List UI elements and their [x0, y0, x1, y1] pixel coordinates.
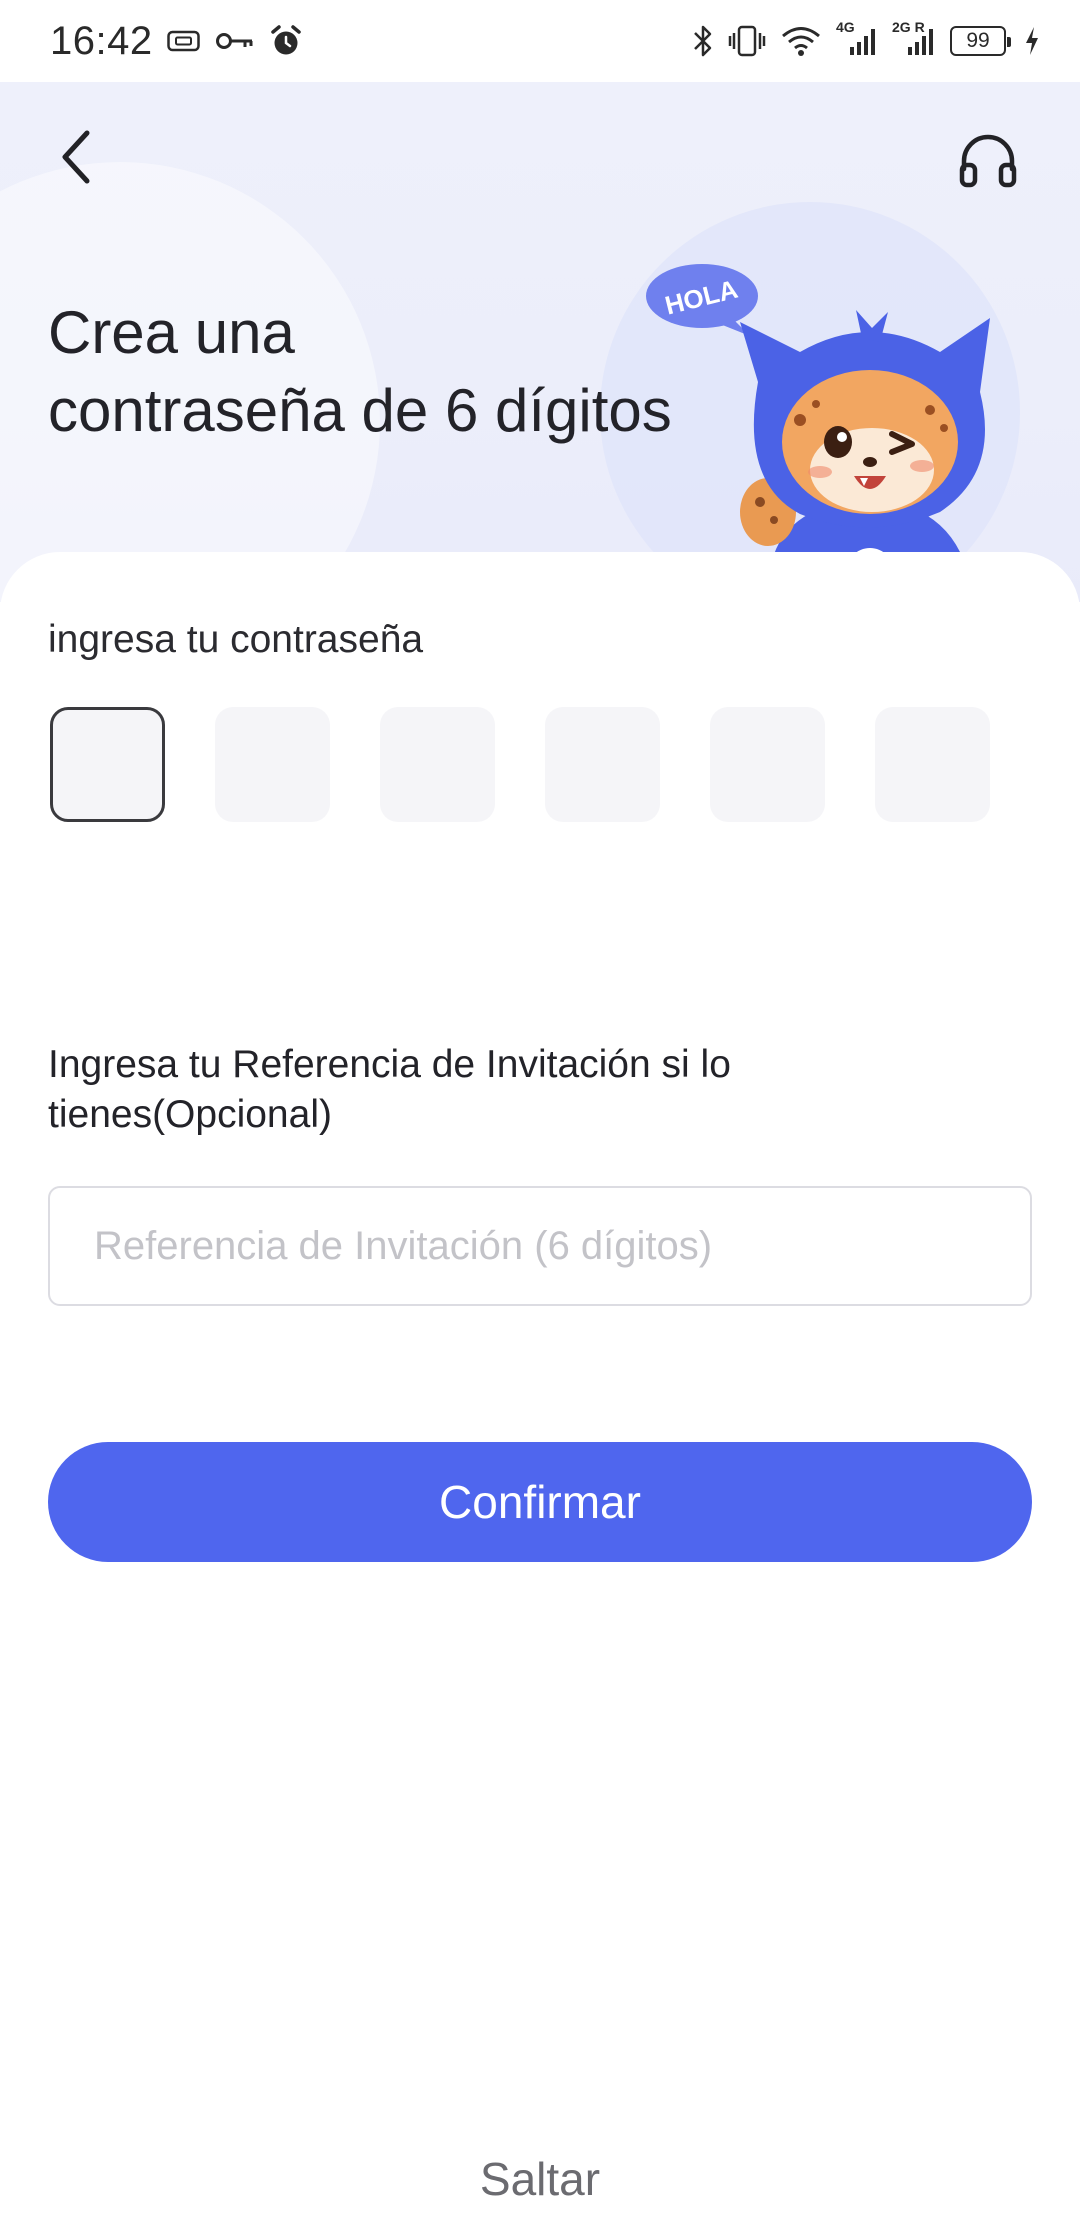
status-bar: 16:42 4G 2G R 99 — [0, 0, 1080, 82]
pin-digit-box[interactable] — [875, 707, 990, 822]
pin-digit-box[interactable] — [545, 707, 660, 822]
skip-button[interactable]: Saltar — [0, 2152, 1080, 2206]
main-card: ingresa tu contraseña Ingresa tu Referen… — [0, 552, 1080, 2240]
status-time: 16:42 — [50, 18, 153, 63]
pin-digit-box[interactable] — [215, 707, 330, 822]
network-2g-label: 2G R — [892, 19, 925, 35]
wifi-icon — [780, 25, 822, 57]
vibrate-icon — [728, 25, 766, 57]
signal-4g-icon: 4G — [836, 19, 878, 57]
pin-digit-box[interactable] — [380, 707, 495, 822]
invite-label: Ingresa tu Referencia de Invitación si l… — [48, 1043, 731, 1136]
password-label: ingresa tu contraseña — [48, 618, 424, 661]
support-button[interactable] — [950, 122, 1026, 198]
headphones-icon — [959, 134, 1017, 188]
mascot-illustration: HOLA — [646, 264, 990, 602]
confirm-button[interactable]: Confirmar — [48, 1442, 1032, 1562]
signal-2g-icon: 2G R — [892, 19, 936, 57]
sim-card-icon — [166, 30, 201, 52]
invite-code-input[interactable] — [48, 1186, 1032, 1306]
screen: 16:42 4G 2G R 99 Crea una contraseña de … — [0, 0, 1080, 2240]
network-4g-label: 4G — [836, 19, 855, 35]
battery-level: 99 — [966, 29, 990, 52]
status-right: 4G 2G R 99 — [692, 19, 1040, 58]
pin-digit-box[interactable] — [50, 707, 165, 822]
pin-digit-box[interactable] — [710, 707, 825, 822]
battery-icon: 99 — [950, 26, 1011, 56]
pin-input[interactable] — [50, 707, 990, 822]
back-button[interactable] — [40, 122, 110, 192]
bluetooth-icon — [692, 24, 714, 58]
key-icon — [215, 30, 255, 52]
charging-icon — [1024, 26, 1040, 56]
alarm-icon — [269, 25, 303, 57]
hero-header: Crea una contraseña de 6 dígitos HOLA — [0, 82, 1080, 602]
chevron-left-icon — [62, 130, 90, 184]
status-left: 16:42 — [50, 19, 303, 64]
